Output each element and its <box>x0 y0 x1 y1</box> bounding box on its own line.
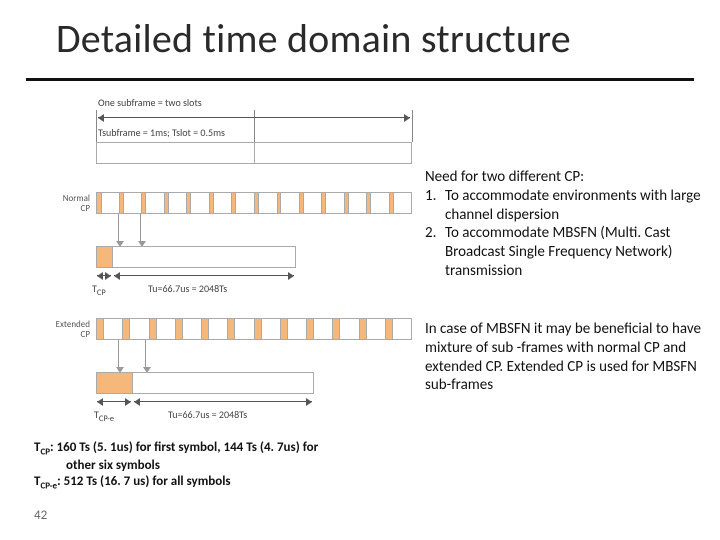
normal-cp-bar <box>96 192 412 214</box>
subframe-label: One subframe = two slots <box>98 96 202 109</box>
extended-cp-label: Extended CP <box>34 320 90 340</box>
zoom-line-ext-b <box>145 340 146 368</box>
tcpe-dim-arrow <box>97 398 131 406</box>
tu-ext-dim-arrow <box>134 398 312 406</box>
timing-label: Tsubframe = 1ms; Tslot = 0.5ms <box>98 126 225 139</box>
cp-need-heading: Need for two different CP: <box>425 168 710 187</box>
tu-ext-label: Tu=66.7us = 2048Ts <box>168 408 247 421</box>
timing-diagram: One subframe = two slots Tsubframe = 1ms… <box>30 96 415 432</box>
normal-cp-zoom <box>96 246 296 268</box>
slide-title: Detailed time domain structure <box>56 14 571 63</box>
tu-norm-label: Tu=66.7us = 2048Ts <box>148 282 227 295</box>
mbsfn-note-block: In case of MBSFN it may be beneficial to… <box>425 320 710 395</box>
title-underline <box>26 78 694 81</box>
dim-tick-right <box>412 110 413 142</box>
mbsfn-note-body: In case of MBSFN it may be beneficial to… <box>425 320 710 395</box>
dim-tick-left <box>96 110 97 142</box>
cp-need-item-2: 2. To accommodate MBSFN (Multi. Cast Bro… <box>425 224 710 280</box>
tcpe-label: TCP-e <box>94 408 114 424</box>
tcp-label: TCP <box>92 282 106 298</box>
normal-cp-label: Normal CP <box>34 194 90 214</box>
extended-cp-zoom <box>96 372 314 394</box>
zoom-line-ext-a <box>118 340 119 368</box>
zoom-line-norm-a <box>118 214 119 242</box>
cp-footnote: TCP: 160 Ts (5. 1us) for first symbol, 1… <box>34 440 404 492</box>
page-number: 42 <box>34 508 47 523</box>
zoom-line-norm-b <box>140 214 141 242</box>
tu-norm-dim-arrow <box>114 272 294 280</box>
subframe-dimension-arrow <box>98 114 410 122</box>
cp-need-item-1: 1. To accommodate environments with larg… <box>425 187 710 225</box>
extended-cp-bar <box>96 318 412 340</box>
tcp-dim-arrow <box>97 272 111 280</box>
slide: Detailed time domain structure One subfr… <box>0 0 720 540</box>
subframe-outline <box>96 142 412 164</box>
cp-need-block: Need for two different CP: 1. To accommo… <box>425 168 710 281</box>
